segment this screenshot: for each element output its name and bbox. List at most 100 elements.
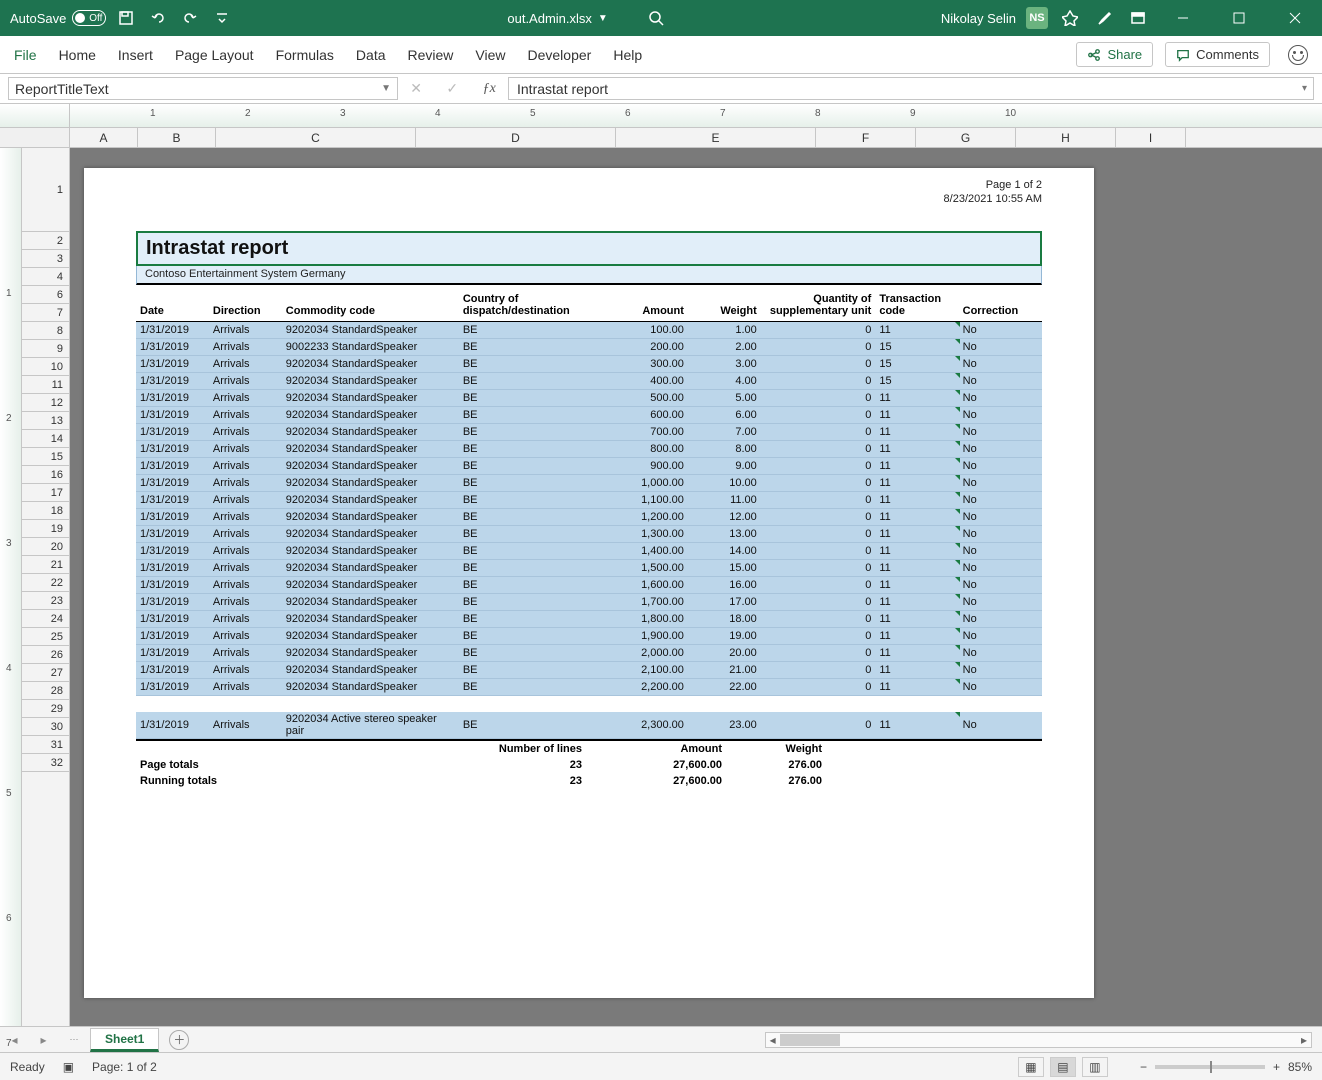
table-row[interactable]: 1/31/2019Arrivals9202034 StandardSpeaker… bbox=[136, 355, 1042, 372]
zoom-in-button[interactable]: + bbox=[1273, 1060, 1280, 1074]
row-header-16[interactable]: 16 bbox=[22, 466, 69, 484]
table-row[interactable]: 1/31/2019Arrivals9202034 StandardSpeaker… bbox=[136, 661, 1042, 678]
undo-icon[interactable] bbox=[146, 6, 170, 30]
enter-formula-icon[interactable]: ✓ bbox=[446, 80, 458, 97]
table-row[interactable]: 1/31/2019Arrivals9002233 StandardSpeaker… bbox=[136, 338, 1042, 355]
macro-record-icon[interactable]: ▣ bbox=[63, 1060, 74, 1074]
row-header-10[interactable]: 10 bbox=[22, 358, 69, 376]
col-header-C[interactable]: C bbox=[216, 128, 416, 147]
row-header-32[interactable]: 32 bbox=[22, 754, 69, 772]
row-header-13[interactable]: 13 bbox=[22, 412, 69, 430]
tab-home[interactable]: Home bbox=[59, 47, 96, 63]
redo-icon[interactable] bbox=[178, 6, 202, 30]
tab-insert[interactable]: Insert bbox=[118, 47, 153, 63]
tab-review[interactable]: Review bbox=[408, 47, 454, 63]
col-header-G[interactable]: G bbox=[916, 128, 1016, 147]
cancel-formula-icon[interactable]: ✕ bbox=[410, 80, 422, 97]
sheet-tab-sheet1[interactable]: Sheet1 bbox=[90, 1028, 159, 1052]
view-page-break-icon[interactable]: ▥ bbox=[1082, 1057, 1108, 1077]
table-row[interactable]: 1/31/2019Arrivals9202034 StandardSpeaker… bbox=[136, 610, 1042, 627]
col-header-F[interactable]: F bbox=[816, 128, 916, 147]
table-row[interactable]: 1/31/2019Arrivals9202034 StandardSpeaker… bbox=[136, 491, 1042, 508]
report-title-cell[interactable]: Intrastat report bbox=[136, 231, 1042, 266]
table-row[interactable]: 1/31/2019Arrivals9202034 StandardSpeaker… bbox=[136, 593, 1042, 610]
row-header-21[interactable]: 21 bbox=[22, 556, 69, 574]
row-header-28[interactable]: 28 bbox=[22, 682, 69, 700]
table-row[interactable]: 1/31/2019Arrivals9202034 Active stereo s… bbox=[136, 712, 1042, 739]
row-header-3[interactable]: 3 bbox=[22, 250, 69, 268]
view-page-layout-icon[interactable]: ▤ bbox=[1050, 1057, 1076, 1077]
search-icon[interactable] bbox=[644, 6, 668, 30]
table-row[interactable]: 1/31/2019Arrivals9202034 StandardSpeaker… bbox=[136, 474, 1042, 491]
scroll-left-icon[interactable]: ◂ bbox=[766, 1033, 780, 1047]
row-header-15[interactable]: 15 bbox=[22, 448, 69, 466]
zoom-out-button[interactable]: − bbox=[1140, 1060, 1147, 1074]
qat-dropdown-icon[interactable] bbox=[210, 6, 234, 30]
col-header-B[interactable]: B bbox=[138, 128, 216, 147]
chevron-down-icon[interactable]: ▾ bbox=[1302, 83, 1307, 94]
row-header-23[interactable]: 23 bbox=[22, 592, 69, 610]
user-avatar[interactable]: NS bbox=[1026, 7, 1048, 29]
view-normal-icon[interactable]: ▦ bbox=[1018, 1057, 1044, 1077]
select-all-corner[interactable] bbox=[0, 128, 70, 147]
tab-page-layout[interactable]: Page Layout bbox=[175, 47, 254, 63]
scroll-thumb[interactable] bbox=[780, 1034, 840, 1046]
row-header-11[interactable]: 11 bbox=[22, 376, 69, 394]
row-header-4[interactable]: 4 bbox=[22, 268, 69, 286]
user-name[interactable]: Nikolay Selin bbox=[941, 11, 1016, 26]
row-header-17[interactable]: 17 bbox=[22, 484, 69, 502]
row-header-14[interactable]: 14 bbox=[22, 430, 69, 448]
row-header-25[interactable]: 25 bbox=[22, 628, 69, 646]
fx-icon[interactable]: ƒx bbox=[483, 81, 496, 97]
sheet-nav-first-icon[interactable]: ◂ bbox=[11, 1033, 17, 1047]
row-header-29[interactable]: 29 bbox=[22, 700, 69, 718]
sheet-nav-last-icon[interactable]: ▸ bbox=[40, 1033, 46, 1047]
add-sheet-button[interactable]: ＋ bbox=[169, 1030, 189, 1050]
table-row[interactable]: 1/31/2019Arrivals9202034 StandardSpeaker… bbox=[136, 678, 1042, 695]
brush-icon[interactable] bbox=[1092, 6, 1116, 30]
row-header-8[interactable]: 8 bbox=[22, 322, 69, 340]
save-icon[interactable] bbox=[114, 6, 138, 30]
col-header-E[interactable]: E bbox=[616, 128, 816, 147]
autosave-switch[interactable]: Off bbox=[72, 10, 106, 26]
table-row[interactable]: 1/31/2019Arrivals9202034 StandardSpeaker… bbox=[136, 559, 1042, 576]
title-dropdown-icon[interactable]: ▼ bbox=[598, 13, 608, 24]
col-header-H[interactable]: H bbox=[1016, 128, 1116, 147]
tab-formulas[interactable]: Formulas bbox=[276, 47, 334, 63]
col-header-I[interactable]: I bbox=[1116, 128, 1186, 147]
share-button[interactable]: Share bbox=[1076, 42, 1153, 67]
row-header-24[interactable]: 24 bbox=[22, 610, 69, 628]
autosave-toggle[interactable]: AutoSave Off bbox=[10, 10, 106, 26]
ribbon-display-icon[interactable] bbox=[1126, 6, 1150, 30]
premium-icon[interactable] bbox=[1058, 6, 1082, 30]
feedback-icon[interactable] bbox=[1288, 45, 1308, 65]
row-header-7[interactable]: 7 bbox=[22, 304, 69, 322]
scroll-right-icon[interactable]: ▸ bbox=[1297, 1033, 1311, 1047]
table-row[interactable]: 1/31/2019Arrivals9202034 StandardSpeaker… bbox=[136, 542, 1042, 559]
row-header-31[interactable]: 31 bbox=[22, 736, 69, 754]
minimize-button[interactable] bbox=[1160, 0, 1206, 36]
col-header-D[interactable]: D bbox=[416, 128, 616, 147]
formula-input[interactable]: Intrastat report▾ bbox=[508, 77, 1314, 100]
row-header-27[interactable]: 27 bbox=[22, 664, 69, 682]
table-row[interactable]: 1/31/2019Arrivals9202034 StandardSpeaker… bbox=[136, 525, 1042, 542]
table-row[interactable]: 1/31/2019Arrivals9202034 StandardSpeaker… bbox=[136, 406, 1042, 423]
row-header-20[interactable]: 20 bbox=[22, 538, 69, 556]
horizontal-scrollbar[interactable]: ◂ ▸ bbox=[765, 1032, 1312, 1048]
row-header-19[interactable]: 19 bbox=[22, 520, 69, 538]
tab-data[interactable]: Data bbox=[356, 47, 386, 63]
row-header-1[interactable]: 1 bbox=[22, 148, 69, 232]
comments-button[interactable]: Comments bbox=[1165, 42, 1270, 67]
worksheet-area[interactable]: Page 1 of 2 8/23/2021 10:55 AM Intrastat… bbox=[70, 148, 1322, 1026]
row-header-12[interactable]: 12 bbox=[22, 394, 69, 412]
close-button[interactable] bbox=[1272, 0, 1318, 36]
row-header-6[interactable]: 6 bbox=[22, 286, 69, 304]
table-row[interactable]: 1/31/2019Arrivals9202034 StandardSpeaker… bbox=[136, 321, 1042, 338]
table-row[interactable]: 1/31/2019Arrivals9202034 StandardSpeaker… bbox=[136, 423, 1042, 440]
col-header-A[interactable]: A bbox=[70, 128, 138, 147]
tab-developer[interactable]: Developer bbox=[528, 47, 592, 63]
tab-help[interactable]: Help bbox=[613, 47, 642, 63]
row-header-2[interactable]: 2 bbox=[22, 232, 69, 250]
tab-view[interactable]: View bbox=[475, 47, 505, 63]
table-row[interactable]: 1/31/2019Arrivals9202034 StandardSpeaker… bbox=[136, 389, 1042, 406]
